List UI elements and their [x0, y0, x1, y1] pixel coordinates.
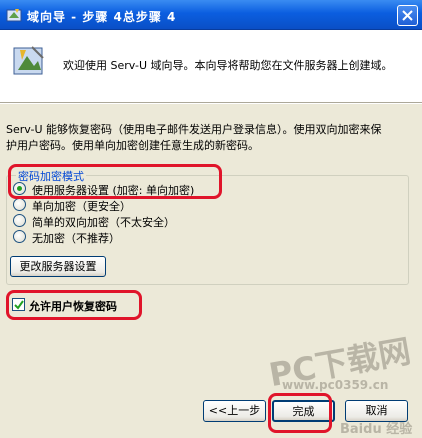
- radio-label: 简单的双向加密（不太安全）: [32, 216, 175, 229]
- wizard-icon: [13, 46, 44, 75]
- wizard-app-icon: [6, 9, 22, 22]
- back-button[interactable]: <<上一步: [203, 400, 266, 422]
- highlight-finish-button: [268, 393, 332, 433]
- radio-button[interactable]: [13, 230, 26, 243]
- header-divider: [0, 103, 422, 104]
- description-line-2: 护用户密码。使用单向加密创建任意生成的新密码。: [6, 139, 259, 152]
- close-button[interactable]: [397, 5, 418, 26]
- radio-button[interactable]: [13, 214, 26, 227]
- welcome-text: 欢迎使用 Serv-U 域向导。本向导将帮助您在文件服务器上创建域。: [63, 59, 393, 72]
- highlight-encryption-mode: [8, 164, 222, 199]
- cancel-button[interactable]: 取消: [345, 400, 408, 422]
- close-icon: [402, 10, 413, 21]
- window-title: 域向导 - 步骤 4总步骤 4: [27, 10, 177, 24]
- title-bar[interactable]: 域向导 - 步骤 4总步骤 4: [0, 0, 422, 30]
- description-line-1: Serv-U 能够恢复密码（使用电子邮件发送用户登录信息）。使用双向加密来保: [6, 123, 382, 136]
- change-server-settings-button[interactable]: 更改服务器设置: [10, 256, 106, 277]
- radio-label: 单向加密（更安全）: [32, 200, 131, 213]
- radio-button[interactable]: [13, 198, 26, 211]
- description: Serv-U 能够恢复密码（使用电子邮件发送用户登录信息）。使用双向加密来保 护…: [6, 122, 418, 154]
- wizard-header: 欢迎使用 Serv-U 域向导。本向导将帮助您在文件服务器上创建域。: [0, 30, 422, 103]
- highlight-allow-recovery: [6, 290, 142, 320]
- radio-label: 无加密（不推荐）: [32, 232, 120, 245]
- watermark-site: www.pc0359.cn: [282, 378, 389, 392]
